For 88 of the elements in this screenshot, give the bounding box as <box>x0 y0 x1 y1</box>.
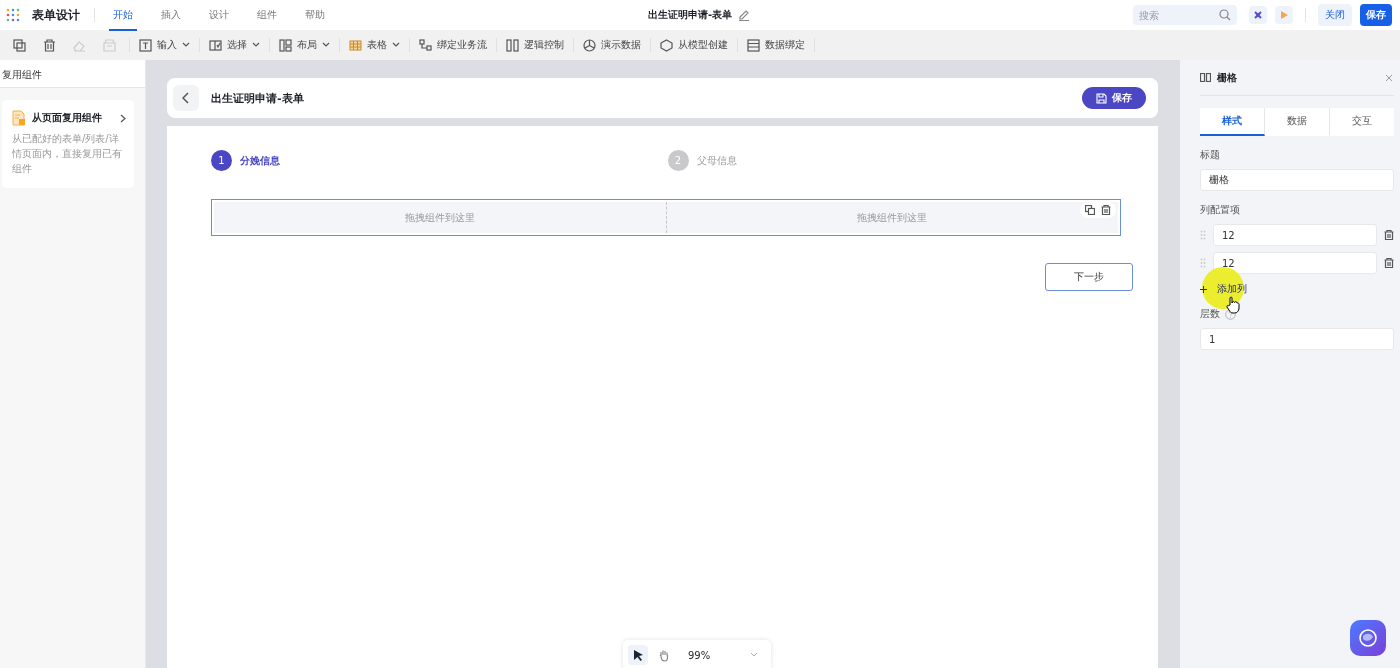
drop-zone: 拖拽组件到这里 <box>665 202 1118 233</box>
play-icon <box>1279 10 1289 20</box>
chevron-down-icon <box>392 42 400 48</box>
copy-icon <box>1085 205 1095 215</box>
tab[interactable]: 交互 <box>1330 108 1394 136</box>
zoom-select[interactable]: 99% <box>680 645 766 665</box>
toolbar-button[interactable]: 绑定业务流 <box>417 34 489 56</box>
copy-icon <box>12 38 26 52</box>
back-button[interactable] <box>173 85 199 111</box>
app-title: 表单设计 <box>32 6 80 24</box>
delete-button[interactable] <box>1384 258 1394 268</box>
app-grid-icon <box>6 8 20 22</box>
assistant-button[interactable] <box>1350 620 1386 656</box>
drag-handle-icon <box>1200 258 1206 268</box>
tab[interactable]: 数据 <box>1265 108 1330 136</box>
chevron-down-icon <box>750 652 758 658</box>
table-icon <box>349 38 362 52</box>
search-field[interactable]: 搜索 <box>1133 5 1237 25</box>
chevron-down-icon <box>252 42 260 48</box>
layout-icon <box>279 38 292 52</box>
copy-button[interactable] <box>1084 204 1096 216</box>
chevron-left-icon <box>182 92 190 104</box>
next-button[interactable]: 下一步 <box>1045 263 1133 291</box>
step-label[interactable]: 分娩信息 <box>240 153 280 168</box>
column-field[interactable]: 12 <box>1213 224 1377 246</box>
assistant-icon <box>1357 627 1379 649</box>
tab[interactable]: 样式 <box>1200 108 1265 136</box>
save-icon <box>1096 92 1107 104</box>
column-field[interactable]: 12 <box>1213 252 1377 274</box>
chevron-down-icon <box>182 42 190 48</box>
delete-button[interactable] <box>1100 204 1112 216</box>
text-input-icon <box>139 38 152 52</box>
close-icon <box>1385 73 1393 82</box>
step-number: 1 <box>211 150 232 171</box>
chevron-right-icon <box>120 113 126 123</box>
panel-title: 复用组件 <box>0 60 145 88</box>
toolbar-button[interactable]: 逻辑控制 <box>504 34 566 56</box>
title-field[interactable]: 栅格 <box>1200 169 1394 191</box>
columns-icon <box>1200 73 1211 82</box>
toolbar-button[interactable]: 从模型创建 <box>658 34 730 56</box>
document-icon <box>12 110 26 126</box>
delete-button[interactable] <box>1384 230 1394 240</box>
toolbar-button[interactable]: 数据绑定 <box>745 34 807 56</box>
reuse-card[interactable]: 从页面复用组件 从已配好的表单/列表/详情页面内，直接复用已有组件 <box>2 100 134 188</box>
delete-icon <box>42 38 56 52</box>
dropdown-menu[interactable]: 布局 <box>277 34 332 56</box>
form-title: 出生证明申请-表单 <box>211 90 305 106</box>
menu-tab[interactable]: 设计 <box>205 0 233 31</box>
menu-tab[interactable]: 组件 <box>253 0 281 31</box>
flow-icon <box>419 38 432 52</box>
dropdown-menu[interactable]: 选择 <box>207 34 262 56</box>
card-title: 从页面复用组件 <box>32 111 103 125</box>
hand-icon <box>657 648 671 662</box>
delete-icon <box>1384 258 1394 268</box>
hand-cursor-icon <box>1226 296 1240 314</box>
demo-data-icon <box>583 38 596 52</box>
close-button[interactable] <box>1384 72 1394 83</box>
logic-icon <box>506 38 519 52</box>
panel-title: 栅格 <box>1217 70 1238 85</box>
toolbar-button[interactable]: 演示数据 <box>581 34 643 56</box>
plus-icon <box>1200 285 1207 293</box>
menu-tab[interactable]: 插入 <box>157 0 185 31</box>
dropdown-menu[interactable]: 输入 <box>137 34 192 56</box>
data-binding-icon <box>747 38 760 52</box>
chevron-down-icon <box>322 42 330 48</box>
pointer-tool[interactable] <box>628 645 648 665</box>
delete-icon <box>1384 230 1394 240</box>
field-label: 列配置项 <box>1200 203 1241 217</box>
edit-icon <box>738 9 751 21</box>
save-button[interactable]: 保存 <box>1360 4 1392 26</box>
dropdown-menu[interactable]: 表格 <box>347 34 402 56</box>
delete-icon <box>1101 205 1111 215</box>
save-button[interactable]: 保存 <box>1082 87 1146 109</box>
menu-tab[interactable]: 帮助 <box>301 0 329 31</box>
select-icon <box>209 38 222 52</box>
drag-handle-icon <box>1200 230 1206 240</box>
field-label: 层数 <box>1200 307 1220 321</box>
drop-zone: 拖拽组件到这里 <box>214 202 666 233</box>
search-icon <box>1219 9 1231 21</box>
close-button[interactable]: 关闭 <box>1318 4 1352 26</box>
help-icon <box>1225 308 1236 320</box>
pointer-icon <box>631 648 645 662</box>
document-title: 出生证明申请-表单 <box>647 8 733 22</box>
layers-field[interactable]: 1 <box>1200 328 1394 350</box>
card-description: 从已配好的表单/列表/详情页面内，直接复用已有组件 <box>12 132 123 176</box>
box-icon <box>102 38 116 52</box>
hexagon-icon <box>660 38 673 52</box>
field-label: 标题 <box>1200 148 1221 162</box>
